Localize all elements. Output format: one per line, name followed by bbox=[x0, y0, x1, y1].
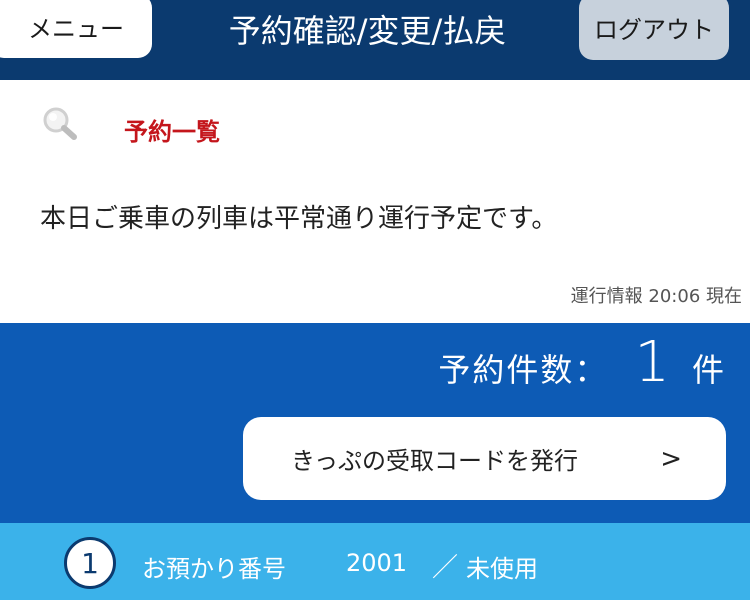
reservation-list-label: 予約一覧 bbox=[124, 118, 220, 146]
reservation-item-number: 2001 bbox=[346, 549, 408, 577]
search-icon bbox=[43, 107, 77, 140]
reservation-item-index: 1 bbox=[64, 537, 116, 589]
menu-button[interactable]: メニュー bbox=[0, 0, 152, 58]
reservation-count-unit: 件 bbox=[691, 351, 724, 389]
reservation-count: 予約件数： 1 件 bbox=[438, 330, 724, 395]
reservation-item-status: 未使用 bbox=[466, 555, 538, 583]
operation-status-message: 本日ご乗車の列車は平常通り運行予定です。 bbox=[40, 204, 558, 234]
issue-pickup-code-button[interactable]: きっぷの受取コードを発行 > bbox=[243, 417, 726, 500]
logout-button[interactable]: ログアウト bbox=[579, 0, 729, 60]
reservation-count-value: 1 bbox=[634, 330, 670, 395]
reservation-item-separator: ／ bbox=[432, 553, 459, 583]
reservation-page: メニュー 予約確認/変更/払戻 ログアウト 予約一覧 本日ご乗車の列車は平常通り… bbox=[0, 0, 750, 600]
issue-pickup-code-label: きっぷの受取コードを発行 bbox=[291, 447, 579, 475]
reservation-list-section bbox=[0, 80, 750, 180]
reservation-count-label: 予約件数： bbox=[438, 351, 609, 389]
chevron-right-icon: > bbox=[660, 443, 682, 474]
page-title: 予約確認/変更/払戻 bbox=[228, 12, 507, 50]
reservation-item-label: お預かり番号 bbox=[142, 555, 286, 583]
operation-status-time: 運行情報 20:06 現在 bbox=[570, 286, 742, 307]
